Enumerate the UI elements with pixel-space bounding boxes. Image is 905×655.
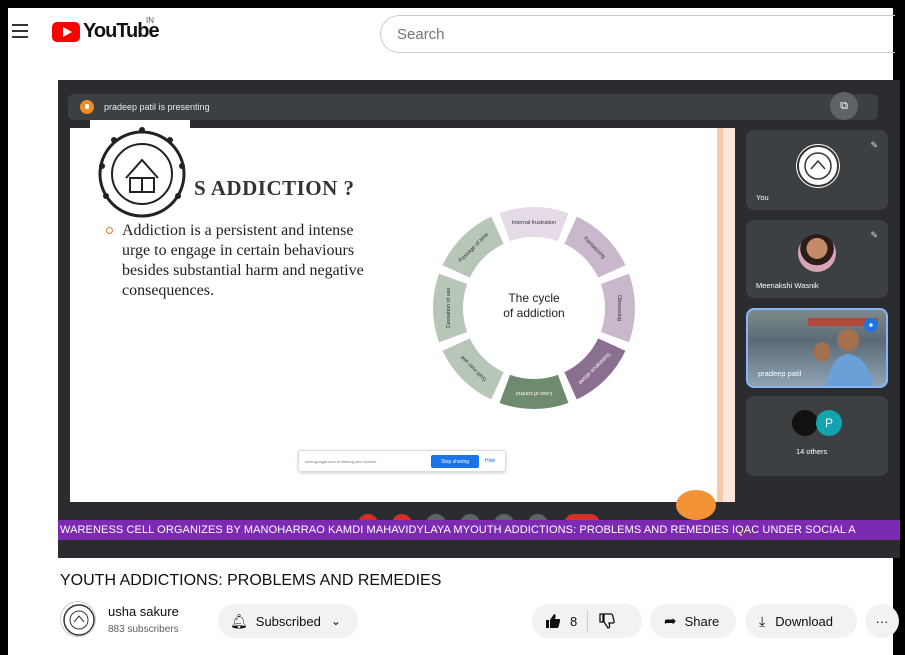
share-screen-toast: meet.google.com is sharing your screen. … bbox=[298, 450, 506, 472]
country-code: IN bbox=[146, 16, 154, 25]
slide-title: S ADDICTION ? bbox=[194, 176, 355, 200]
subscribed-button[interactable]: 🔔︎ Subscribed ⌄ bbox=[218, 604, 358, 638]
like-button[interactable]: 8 bbox=[544, 612, 577, 630]
frame-top bbox=[0, 0, 905, 8]
chevron-down-icon: ⌄ bbox=[330, 614, 341, 628]
channel-subscribers: 883 subscribers bbox=[108, 624, 179, 635]
youtube-play-icon bbox=[52, 21, 80, 42]
participant-avatar bbox=[792, 410, 818, 436]
present-screen-icon[interactable]: ⧉ bbox=[830, 92, 858, 120]
college-seal-icon bbox=[90, 120, 190, 218]
video-player[interactable]: pradeep patil is presenting ⧉ S ADDICTIO… bbox=[58, 80, 900, 558]
youtube-logo[interactable]: YouTube IN bbox=[52, 16, 160, 43]
share-icon: ➦ bbox=[664, 613, 677, 630]
college-seal-icon bbox=[63, 604, 95, 636]
share-button[interactable]: ➦ Share bbox=[650, 604, 736, 638]
divider bbox=[587, 610, 589, 632]
slide-stripe-outer bbox=[723, 128, 735, 502]
college-seal-icon bbox=[796, 144, 840, 188]
participant-name: pradeep patil bbox=[758, 369, 802, 378]
cycle-segment-label: Loss of control bbox=[516, 390, 552, 396]
like-count: 8 bbox=[570, 613, 578, 629]
bullet-icon bbox=[106, 227, 113, 234]
stop-sharing-button[interactable]: Stop sharing bbox=[431, 455, 479, 468]
participant-avatar bbox=[798, 234, 836, 272]
cycle-segment-label: Obsessing bbox=[616, 295, 622, 321]
hide-toast-button[interactable]: Hide bbox=[485, 458, 495, 464]
speaking-indicator-icon: ⦁ bbox=[864, 318, 878, 332]
slide-bullet-text: Addiction is a persistent and intense ur… bbox=[122, 222, 364, 299]
share-label: Share bbox=[684, 613, 720, 629]
like-dislike-group: 8 bbox=[532, 604, 642, 638]
presenter-icon bbox=[80, 100, 94, 114]
share-toast-text: meet.google.com is sharing your screen. bbox=[305, 458, 378, 464]
presenting-bar: pradeep patil is presenting ⧉ bbox=[68, 92, 878, 120]
search-input[interactable] bbox=[397, 26, 797, 43]
presenting-label: pradeep patil is presenting bbox=[104, 102, 210, 112]
scrolling-banner: WARENESS CELL ORGANIZES BY MANOHARRAO KA… bbox=[58, 520, 900, 540]
participant-name: Meenakshi Wasnik bbox=[756, 281, 819, 290]
channel-avatar[interactable] bbox=[60, 601, 96, 637]
addiction-cycle-diagram: Internal frustrationFantasizingObsessing… bbox=[431, 205, 637, 411]
more-actions-button[interactable]: ··· bbox=[865, 604, 899, 638]
menu-icon[interactable] bbox=[12, 24, 28, 38]
participant-tile-you[interactable]: ✎ You bbox=[746, 130, 888, 210]
cycle-segment-label: Cessation of use bbox=[446, 288, 452, 329]
slide-bullet: Addiction is a persistent and intense ur… bbox=[106, 221, 378, 301]
subscribed-label: Subscribed bbox=[255, 613, 321, 629]
download-label: Download bbox=[775, 613, 834, 629]
pin-icon[interactable]: ✎ bbox=[870, 140, 878, 151]
thumbs-up-icon bbox=[546, 614, 561, 628]
participant-tile-others[interactable]: P 14 others bbox=[746, 396, 888, 476]
participant-tile-meenakshi[interactable]: ✎ Meenakshi Wasnik bbox=[746, 220, 888, 298]
pin-icon[interactable]: ✎ bbox=[870, 230, 878, 241]
frame-left bbox=[0, 0, 8, 655]
participant-name: 14 others bbox=[796, 447, 828, 456]
download-icon: ⤓ bbox=[759, 612, 766, 629]
cycle-segment-label: Internal frustration bbox=[512, 220, 556, 226]
download-button[interactable]: ⤓ Download bbox=[745, 604, 857, 638]
youtube-page: YouTube IN pradeep patil is presenting ⧉ bbox=[0, 0, 905, 655]
video-title: YOUTH ADDICTIONS: PROBLEMS AND REMEDIES bbox=[60, 572, 442, 589]
cycle-center-line2: of addiction bbox=[503, 306, 564, 320]
participant-avatar: P bbox=[816, 410, 842, 436]
shared-slide: S ADDICTION ? Addiction is a persistent … bbox=[70, 120, 735, 520]
participant-name: You bbox=[756, 193, 769, 202]
participant-tile-pradeep[interactable]: ⦁ pradeep patil bbox=[746, 308, 888, 388]
cycle-center-line1: The cycle bbox=[508, 291, 560, 305]
channel-name[interactable]: usha sakure bbox=[108, 604, 179, 619]
bell-icon: 🔔︎ bbox=[230, 612, 248, 629]
search-box[interactable] bbox=[380, 15, 895, 53]
thumbs-down-icon[interactable] bbox=[598, 612, 616, 630]
